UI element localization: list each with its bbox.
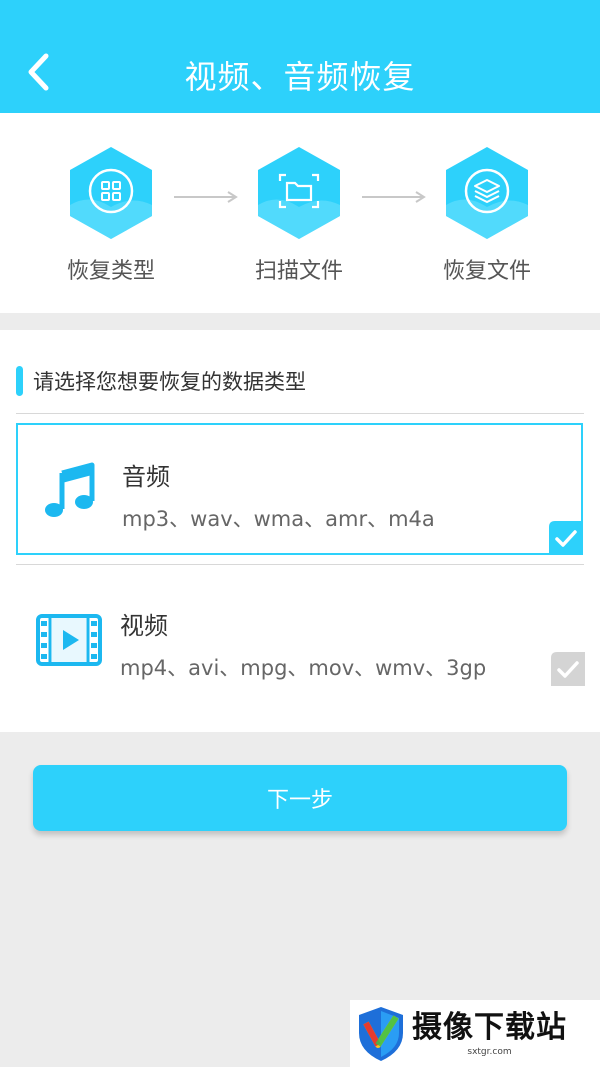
step-label: 恢复文件: [442, 259, 531, 284]
app-header: 视频、音频恢复: [0, 0, 600, 113]
arrow-right-icon: [362, 191, 426, 203]
option-name: 音频: [122, 463, 170, 491]
divider: [16, 413, 584, 414]
arrow-right-icon: [174, 191, 238, 203]
shield-logo-icon: [359, 1006, 403, 1061]
watermark-text: 摄像下载站 sxtgr.com: [412, 1010, 567, 1058]
step-indicator: 恢复类型 扫描文件 恢复文件: [0, 113, 600, 313]
heading-accent-bar: [16, 366, 23, 396]
checkbox-unchecked-icon[interactable]: [551, 652, 585, 686]
watermark-url: sxtgr.com: [467, 1046, 512, 1057]
step-label: 恢复类型: [66, 259, 155, 284]
step-hexagon: [256, 145, 342, 241]
data-type-panel: 请选择您想要恢复的数据类型 音频 mp3、wav、wma、amr、m4a 视频 …: [0, 330, 600, 732]
step-recover-files: 恢复文件: [427, 145, 547, 285]
music-note-icon: [45, 462, 95, 517]
divider: [16, 564, 584, 565]
step-recover-type: 恢复类型: [51, 145, 171, 285]
option-video[interactable]: 视频 mp4、avi、mpg、mov、wmv、3gp: [16, 574, 585, 706]
step-scan-files: 扫描文件: [239, 145, 359, 285]
step-label: 扫描文件: [254, 259, 343, 284]
next-step-button[interactable]: 下一步: [33, 765, 567, 831]
option-name: 视频: [120, 612, 168, 640]
option-audio[interactable]: 音频 mp3、wav、wma、amr、m4a: [16, 423, 583, 555]
option-formats: mp3、wav、wma、amr、m4a: [122, 507, 435, 531]
watermark: 摄像下载站 sxtgr.com: [350, 1000, 600, 1067]
step-hexagon: [68, 145, 154, 241]
step-hexagon: [444, 145, 530, 241]
checkbox-checked-icon[interactable]: [549, 521, 583, 555]
watermark-name: 摄像下载站: [412, 1009, 567, 1045]
section-heading-text: 请选择您想要恢复的数据类型: [33, 370, 306, 394]
film-icon: [36, 614, 102, 666]
option-formats: mp4、avi、mpg、mov、wmv、3gp: [120, 656, 487, 680]
section-heading: 请选择您想要恢复的数据类型: [16, 366, 306, 396]
page-title: 视频、音频恢复: [184, 58, 416, 96]
